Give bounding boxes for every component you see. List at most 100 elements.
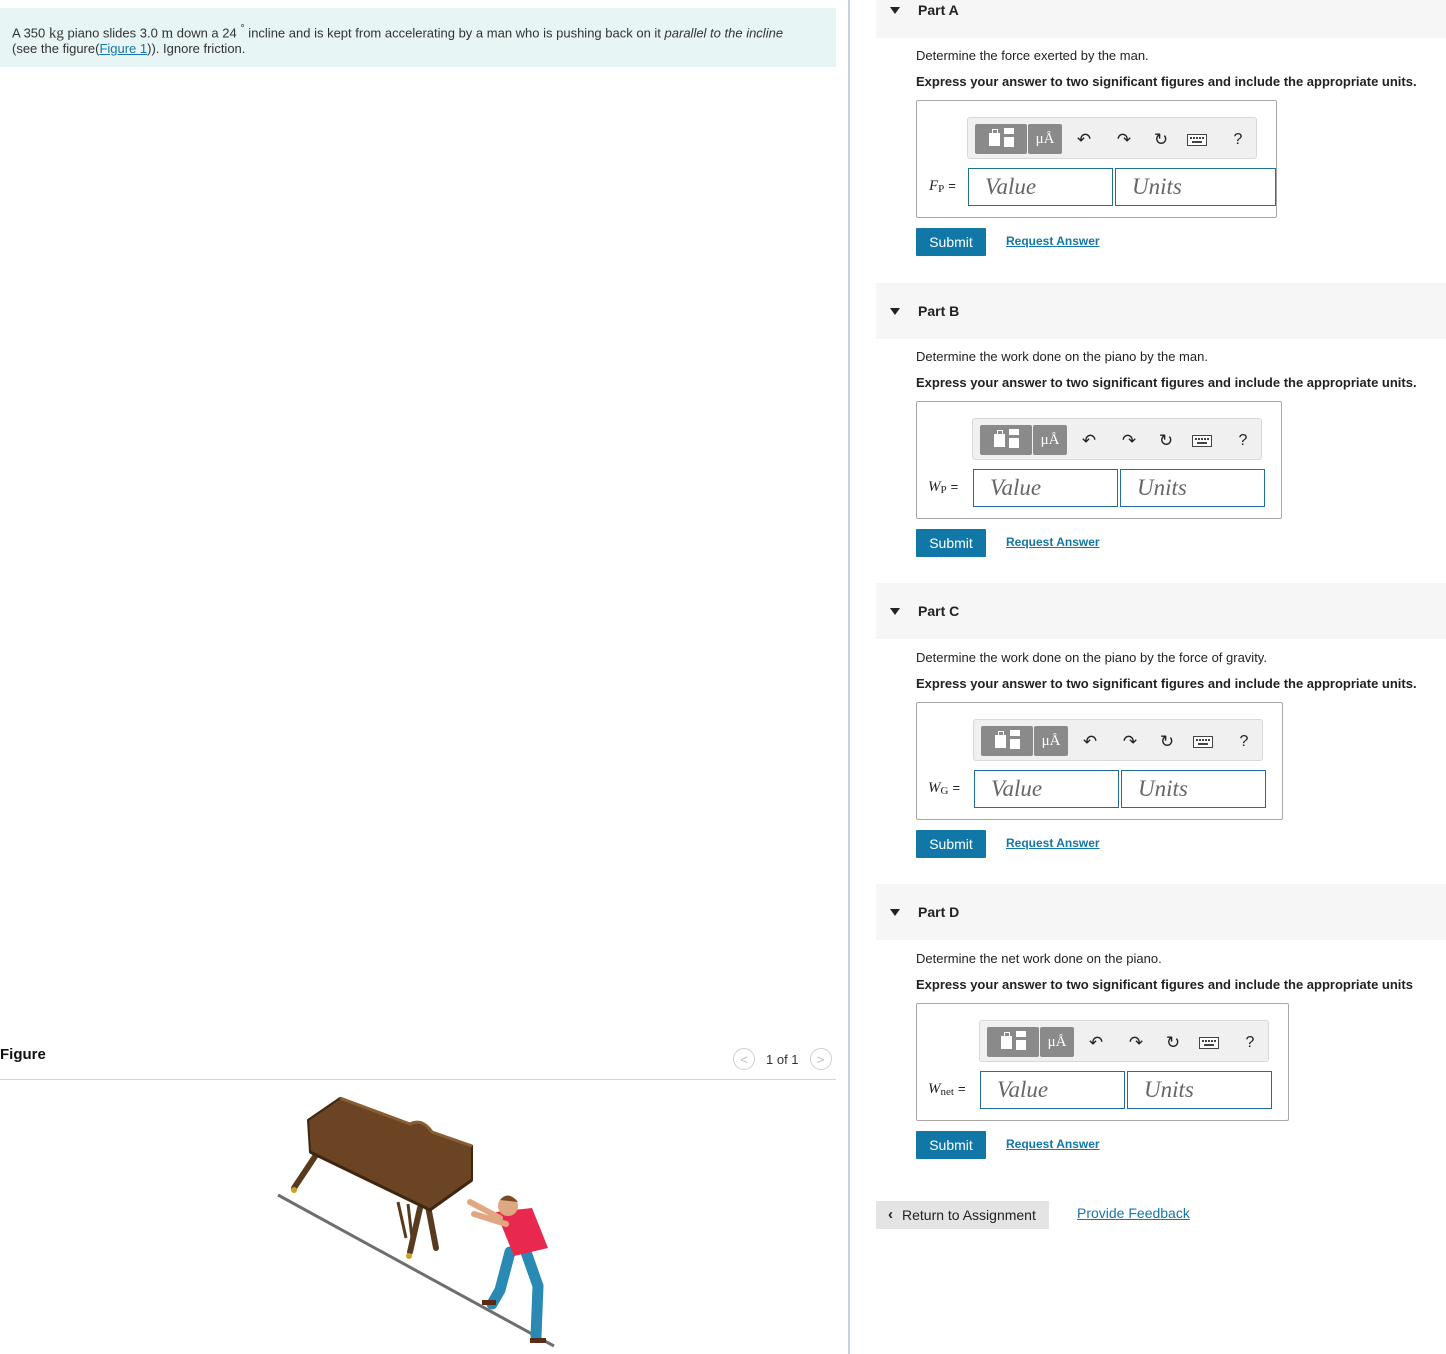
- units-symbol-button[interactable]: μÅ: [1028, 124, 1062, 154]
- variable-label: WG =: [928, 780, 961, 797]
- pane-divider: [848, 0, 850, 1354]
- man-shirt: [496, 1208, 548, 1256]
- templates-button[interactable]: [981, 726, 1033, 756]
- request-answer-link[interactable]: Request Answer: [1006, 535, 1100, 549]
- chevron-left-icon: ‹: [888, 1206, 893, 1223]
- figure-divider: [0, 1079, 836, 1080]
- part-a-answer-box: μÅ ↶ ↷ ↻ ? FP = Value Units: [916, 100, 1277, 218]
- part-d-answer-box: μÅ ↶ ↷ ↻ ? Wnet = Value Units: [916, 1003, 1289, 1121]
- provide-feedback-link[interactable]: Provide Feedback: [1077, 1205, 1190, 1221]
- part-b-header[interactable]: Part B: [876, 283, 1446, 339]
- keyboard-icon[interactable]: [1192, 433, 1212, 453]
- keyboard-icon[interactable]: [1193, 734, 1213, 754]
- keyboard-icon[interactable]: [1199, 1035, 1219, 1055]
- return-label: Return to Assignment: [902, 1207, 1036, 1223]
- help-icon[interactable]: ?: [1233, 431, 1253, 451]
- request-answer-link[interactable]: Request Answer: [1006, 836, 1100, 850]
- units-symbol-button[interactable]: μÅ: [1040, 1027, 1074, 1057]
- request-answer-link[interactable]: Request Answer: [1006, 234, 1100, 248]
- part-title: Part C: [918, 603, 960, 619]
- collapse-triangle-icon[interactable]: [890, 909, 900, 916]
- submit-button[interactable]: Submit: [916, 228, 986, 256]
- value-input[interactable]: Value: [968, 168, 1113, 206]
- reset-icon[interactable]: ↻: [1156, 431, 1176, 451]
- templates-button[interactable]: [980, 425, 1032, 455]
- problem-text: (see the figure(: [12, 41, 100, 57]
- collapse-triangle-icon[interactable]: [890, 308, 900, 315]
- help-icon[interactable]: ?: [1228, 130, 1248, 150]
- submit-button[interactable]: Submit: [916, 529, 986, 557]
- units-input[interactable]: Units: [1120, 469, 1265, 507]
- math-toolbar: μÅ ↶ ↷ ↻ ?: [973, 719, 1263, 761]
- value-input[interactable]: Value: [974, 770, 1119, 808]
- keyboard-icon[interactable]: [1187, 132, 1207, 152]
- units-input[interactable]: Units: [1127, 1071, 1272, 1109]
- part-title: Part D: [918, 904, 960, 920]
- part-c-instruction: Express your answer to two significant f…: [916, 676, 1417, 691]
- part-a-question: Determine the force exerted by the man.: [916, 48, 1149, 63]
- mass-unit: kg: [48, 25, 64, 42]
- math-toolbar: μÅ ↶ ↷ ↻ ?: [979, 1020, 1269, 1062]
- part-d-instruction: Express your answer to two significant f…: [916, 977, 1413, 992]
- submit-button[interactable]: Submit: [916, 1131, 986, 1159]
- return-to-assignment-button[interactable]: ‹ Return to Assignment: [876, 1201, 1049, 1229]
- math-toolbar: μÅ ↶ ↷ ↻ ?: [972, 418, 1262, 460]
- part-c-question: Determine the work done on the piano by …: [916, 650, 1267, 665]
- help-icon[interactable]: ?: [1240, 1033, 1260, 1053]
- undo-icon[interactable]: ↶: [1074, 130, 1094, 150]
- reset-icon[interactable]: ↻: [1151, 130, 1171, 150]
- problem-text: A 350: [12, 25, 49, 41]
- templates-button[interactable]: [975, 124, 1027, 154]
- distance-unit: m: [161, 25, 174, 42]
- figure-pager: < 1 of 1 >: [733, 1048, 832, 1070]
- part-a-header[interactable]: Part A: [876, 0, 1446, 38]
- request-answer-link[interactable]: Request Answer: [1006, 1137, 1100, 1151]
- undo-icon[interactable]: ↶: [1080, 732, 1100, 752]
- templates-button[interactable]: [987, 1027, 1039, 1057]
- submit-button[interactable]: Submit: [916, 830, 986, 858]
- help-icon[interactable]: ?: [1234, 732, 1254, 752]
- part-title: Part B: [918, 303, 960, 319]
- part-b-answer-box: μÅ ↶ ↷ ↻ ? WP = Value Units: [916, 401, 1282, 519]
- figure-link[interactable]: Figure 1: [99, 41, 147, 56]
- part-b-instruction: Express your answer to two significant f…: [916, 375, 1417, 390]
- redo-icon[interactable]: ↷: [1119, 431, 1139, 451]
- part-b-question: Determine the work done on the piano by …: [916, 349, 1208, 364]
- figure-count: 1 of 1: [766, 1051, 799, 1067]
- value-input[interactable]: Value: [980, 1071, 1125, 1109]
- units-input[interactable]: Units: [1121, 770, 1266, 808]
- problem-text: )). Ignore friction.: [147, 41, 246, 57]
- part-a-instruction: Express your answer to two significant f…: [916, 74, 1417, 89]
- piano-body: [306, 1096, 473, 1212]
- prev-figure-button[interactable]: <: [733, 1048, 755, 1070]
- variable-label: WP =: [928, 479, 959, 496]
- undo-icon[interactable]: ↶: [1086, 1033, 1106, 1053]
- reset-icon[interactable]: ↻: [1157, 732, 1177, 752]
- value-input[interactable]: Value: [973, 469, 1118, 507]
- reset-icon[interactable]: ↻: [1163, 1033, 1183, 1053]
- problem-text: down a 24: [173, 25, 241, 41]
- problem-emphasis: parallel to the incline: [664, 25, 784, 41]
- next-figure-button[interactable]: >: [809, 1048, 832, 1070]
- problem-text: piano slides 3.0: [63, 25, 162, 41]
- figure-heading: Figure: [0, 1046, 46, 1063]
- variable-label: FP =: [929, 178, 956, 195]
- redo-icon[interactable]: ↷: [1114, 130, 1134, 150]
- units-input[interactable]: Units: [1115, 168, 1276, 206]
- redo-icon[interactable]: ↷: [1120, 732, 1140, 752]
- units-symbol-button[interactable]: μÅ: [1034, 726, 1068, 756]
- math-toolbar: μÅ ↶ ↷ ↻ ?: [967, 117, 1257, 159]
- piano-pedal-lyre: [396, 1201, 414, 1239]
- part-d-question: Determine the net work done on the piano…: [916, 951, 1162, 966]
- part-c-header[interactable]: Part C: [876, 583, 1446, 639]
- redo-icon[interactable]: ↷: [1126, 1033, 1146, 1053]
- problem-text: incline and is kept from accelerating by…: [244, 25, 665, 41]
- part-c-answer-box: μÅ ↶ ↷ ↻ ? WG = Value Units: [916, 702, 1283, 820]
- collapse-triangle-icon[interactable]: [890, 608, 900, 615]
- undo-icon[interactable]: ↶: [1079, 431, 1099, 451]
- part-d-header[interactable]: Part D: [876, 884, 1446, 940]
- piano-incline-figure: [277, 1096, 555, 1348]
- units-symbol-button[interactable]: μÅ: [1033, 425, 1067, 455]
- collapse-triangle-icon[interactable]: [890, 7, 900, 14]
- variable-label: Wnet =: [928, 1081, 966, 1098]
